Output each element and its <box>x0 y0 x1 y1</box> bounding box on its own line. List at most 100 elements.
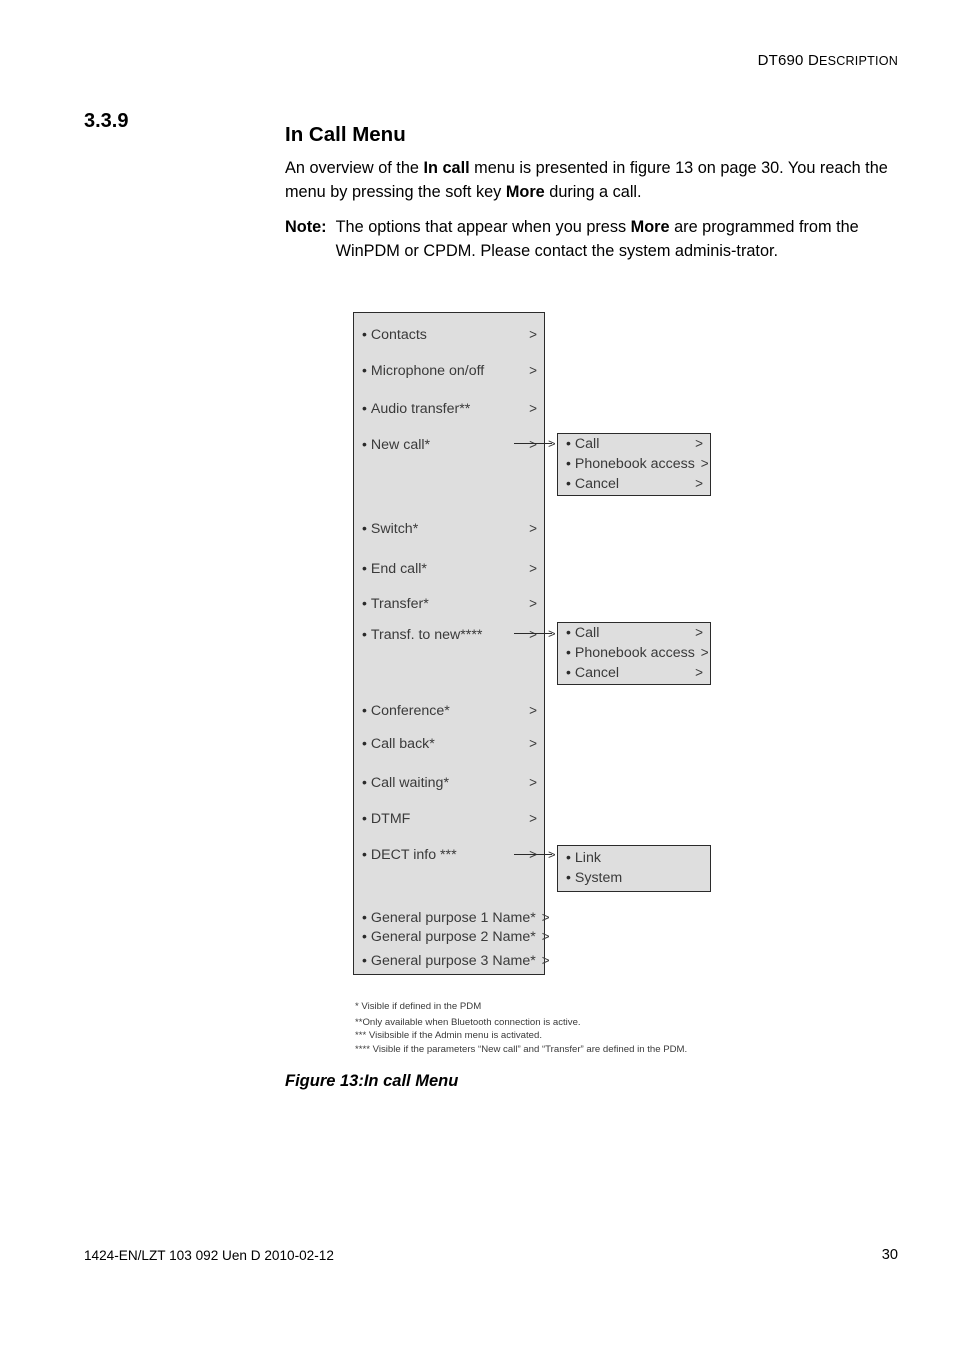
transfer-to-new-submenu-item[interactable]: • Phonebook access > <box>566 644 709 661</box>
note-label: Note: <box>285 218 327 236</box>
menu-item-label: DTMF <box>370 811 411 827</box>
arrowhead-transfer-to-new: > <box>548 626 556 641</box>
menu-item-label: Microphone on/off <box>370 363 485 379</box>
chevron-right-icon: > <box>529 561 537 576</box>
in-call-menu-item[interactable]: • Call waiting* > <box>362 775 537 791</box>
footnote-line: **Only available when Bluetooth connecti… <box>355 1017 581 1029</box>
chevron-right-icon: > <box>529 627 537 642</box>
in-call-menu-item[interactable]: • Microphone on/off > <box>362 363 537 379</box>
chevron-right-icon: > <box>529 401 537 416</box>
bullet-icon: • <box>362 774 367 790</box>
note-text: The options that appear when you press M… <box>336 216 910 263</box>
connector-new-call <box>514 443 552 444</box>
bullet-icon: • <box>362 626 367 642</box>
chevron-right-icon: > <box>695 625 703 640</box>
note-emphasis-more: More <box>630 218 670 236</box>
new-call-submenu-item[interactable]: • Cancel > <box>566 476 703 492</box>
in-call-menu-item[interactable]: • Transf. to new**** > <box>362 627 537 643</box>
in-call-menu-item[interactable]: • End call* > <box>362 561 537 577</box>
bullet-icon: • <box>566 475 571 491</box>
chevron-right-icon: > <box>529 703 537 718</box>
bullet-icon: • <box>566 849 571 865</box>
footnote-line: * Visible if defined in the PDM <box>355 1001 482 1012</box>
figure-caption: Figure 13:In call Menu <box>285 1072 459 1090</box>
footnote-line: *** Visibsible if the Admin menu is acti… <box>355 1030 542 1042</box>
bullet-icon: • <box>362 362 367 378</box>
bullet-icon: • <box>362 952 367 968</box>
menu-item-label: DECT info *** <box>370 847 457 863</box>
menu-item-label: Cancel <box>574 476 620 492</box>
bullet-icon: • <box>566 455 571 471</box>
menu-item-label: Cancel <box>574 665 620 681</box>
chevron-right-icon: > <box>529 596 537 611</box>
in-call-menu-item[interactable]: • DTMF > <box>362 811 537 827</box>
in-call-menu-item[interactable]: • Audio transfer** > <box>362 401 537 417</box>
menu-item-label: Link <box>574 850 601 866</box>
menu-item-label: General purpose 1 Name* <box>370 910 536 926</box>
bullet-icon: • <box>362 436 367 452</box>
bullet-icon: • <box>362 702 367 718</box>
in-call-menu-item[interactable]: • DECT info *** > <box>362 847 537 863</box>
in-call-menu-item[interactable]: • Conference* > <box>362 703 537 719</box>
bullet-icon: • <box>362 909 367 925</box>
arrowhead-new-call: > <box>548 436 556 451</box>
menu-item-label: Call <box>574 625 600 641</box>
transfer-to-new-submenu-item[interactable]: • Cancel > <box>566 665 703 681</box>
page-header: DT690 DESCRIPTION <box>758 52 898 69</box>
bullet-icon: • <box>566 644 571 660</box>
in-call-menu-item[interactable]: • Switch* > <box>362 521 537 537</box>
in-call-menu-item[interactable]: • Contacts > <box>362 327 537 343</box>
menu-item-label: System <box>574 870 623 886</box>
menu-item-label: Switch* <box>370 521 419 537</box>
menu-item-label: Audio transfer** <box>370 401 471 417</box>
footer-document-id: 1424-EN/LZT 103 092 Uen D 2010-02-12 <box>84 1248 334 1263</box>
page-header-title-cap: D <box>807 52 820 69</box>
transfer-to-new-submenu-box: • Call > • Phonebook access > • Cancel > <box>557 622 711 685</box>
page-header-title: DT690 <box>757 52 808 69</box>
chevron-right-icon: > <box>541 929 550 944</box>
chevron-right-icon: > <box>529 811 537 826</box>
bullet-icon: • <box>362 595 367 611</box>
in-call-menu-item[interactable]: • General purpose 1 Name* > <box>362 909 550 926</box>
bullet-icon: • <box>566 664 571 680</box>
connector-transfer-to-new <box>514 633 552 634</box>
bullet-icon: • <box>362 326 367 342</box>
transfer-to-new-submenu-item[interactable]: • Call > <box>566 625 703 641</box>
menu-item-label: General purpose 2 Name* <box>370 929 536 945</box>
menu-item-label: New call* <box>370 437 431 453</box>
intro-emphasis-incall: In call <box>423 159 470 177</box>
bullet-icon: • <box>362 928 367 944</box>
menu-item-label: General purpose 3 Name* <box>370 953 536 969</box>
new-call-submenu-item[interactable]: • Phonebook access > <box>566 455 709 472</box>
chevron-right-icon: > <box>529 775 537 790</box>
dect-info-submenu-item[interactable]: • System <box>566 870 703 886</box>
chevron-right-icon: > <box>695 476 703 491</box>
menu-item-label: Phonebook access <box>574 456 695 472</box>
chevron-right-icon: > <box>541 953 550 968</box>
dect-info-submenu-box: • Link • System <box>557 845 711 892</box>
menu-item-label: Call <box>574 436 600 452</box>
in-call-menu-item[interactable]: • New call* > <box>362 437 537 453</box>
menu-item-label: Transf. to new**** <box>370 627 483 643</box>
intro-text-e: during a call. <box>544 182 642 201</box>
footer-page-number: 30 <box>881 1247 898 1263</box>
in-call-menu-item[interactable]: • Transfer* > <box>362 596 537 612</box>
menu-item-label: End call* <box>370 561 427 577</box>
bullet-icon: • <box>566 435 571 451</box>
menu-item-label: Phonebook access <box>574 645 695 661</box>
note-text-a: The options that appear when you press <box>335 218 631 236</box>
intro-paragraph: An overview of the In call menu is prese… <box>285 157 905 204</box>
chevron-right-icon: > <box>541 910 550 925</box>
bullet-icon: • <box>362 846 367 862</box>
new-call-submenu-box: • Call > • Phonebook access > • Cancel > <box>557 433 711 496</box>
footnote-line: **** Visible if the parameters “New call… <box>355 1043 688 1055</box>
chevron-right-icon: > <box>695 436 703 451</box>
intro-text-a: An overview of the <box>285 159 424 177</box>
in-call-menu-item[interactable]: • Call back* > <box>362 736 537 752</box>
dect-info-submenu-item[interactable]: • Link <box>566 850 703 866</box>
bullet-icon: • <box>566 624 571 640</box>
new-call-submenu-item[interactable]: • Call > <box>566 436 703 452</box>
in-call-menu-item[interactable]: • General purpose 2 Name* > <box>362 928 550 945</box>
bullet-icon: • <box>566 869 571 885</box>
in-call-menu-item[interactable]: • General purpose 3 Name* > <box>362 952 550 969</box>
